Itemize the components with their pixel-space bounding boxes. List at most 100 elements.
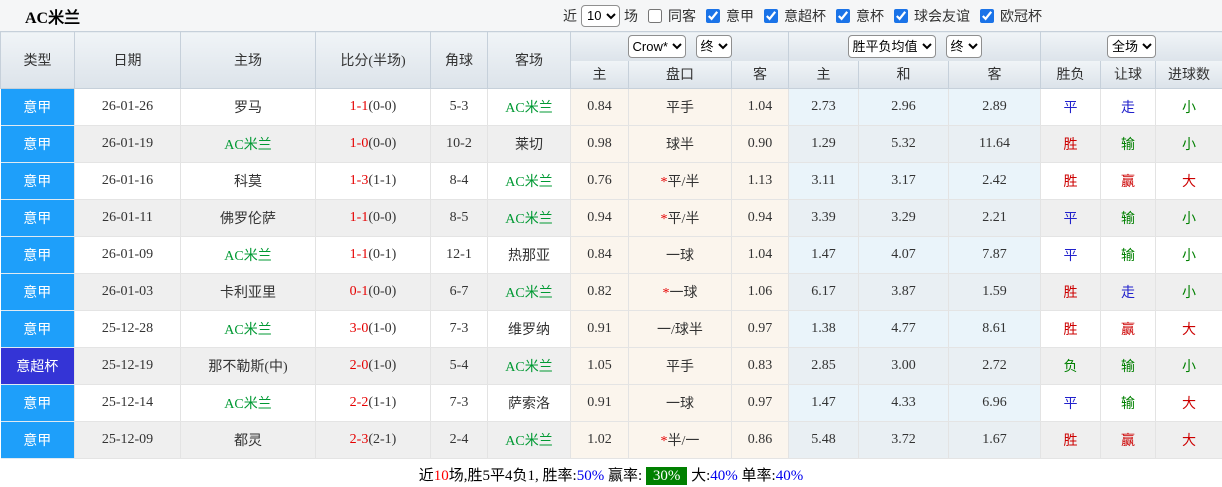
score-cell: 1-1(0-1)	[316, 237, 431, 274]
table-row: 意甲 25-12-28 AC米兰 3-0(1-0) 7-3 维罗纳 0.91 一…	[1, 311, 1222, 348]
league-badge: 意甲	[1, 274, 75, 311]
handicap-result-cell: 赢	[1101, 422, 1156, 459]
odds-home-cell: 0.94	[571, 200, 629, 237]
avg-select-group: 胜平负均值 终	[789, 32, 1041, 61]
odds-provider-select[interactable]: Crow*	[628, 35, 686, 58]
handicap-cell: *平/半	[629, 163, 732, 200]
corners-cell: 7-3	[431, 385, 488, 422]
same-venue-checkbox[interactable]	[648, 9, 662, 23]
filter-super-cup-checkbox[interactable]	[764, 9, 778, 23]
league-badge: 意甲	[1, 385, 75, 422]
league-badge: 意甲	[1, 422, 75, 459]
table-row: 意甲 26-01-19 AC米兰 1-0(0-0) 10-2 莱切 0.98 球…	[1, 126, 1222, 163]
fulltime-score: 0-1	[350, 284, 369, 299]
score-cell: 2-2(1-1)	[316, 385, 431, 422]
fulltime-score: 2-3	[350, 432, 369, 447]
subheader-avg-draw: 和	[859, 61, 949, 89]
halftime-score: (0-0)	[368, 136, 396, 151]
handicap-result-cell: 赢	[1101, 163, 1156, 200]
filter-friendly-checkbox[interactable]	[894, 9, 908, 23]
summary-win-label: 赢率:	[604, 468, 646, 484]
fulltime-score: 1-3	[350, 173, 369, 188]
handicap-cell: *一球	[629, 274, 732, 311]
filter-super-cup-label: 意超杯	[784, 6, 826, 26]
avg-draw-cell: 2.96	[859, 89, 949, 126]
fulltime-score: 2-2	[350, 395, 369, 410]
table-row: 意甲 26-01-11 佛罗伦萨 1-1(0-0) 8-5 AC米兰 0.94 …	[1, 200, 1222, 237]
home-team-cell: 佛罗伦萨	[181, 200, 316, 237]
handicap-result-cell: 走	[1101, 89, 1156, 126]
handicap-cell: 一/球半	[629, 311, 732, 348]
fulltime-score: 2-0	[350, 358, 369, 373]
fulltime-score: 1-1	[350, 247, 369, 262]
avg-stage-select[interactable]: 终	[946, 35, 982, 58]
away-team-cell: 萨索洛	[488, 385, 571, 422]
header-date: 日期	[75, 32, 181, 89]
home-team-cell: 都灵	[181, 422, 316, 459]
corners-cell: 5-4	[431, 348, 488, 385]
date-cell: 25-12-09	[75, 422, 181, 459]
avg-draw-cell: 5.32	[859, 126, 949, 163]
odds-stage-select[interactable]: 终	[696, 35, 732, 58]
top-toolbar: AC米兰 近 10 场 同客 意甲 意超杯 意杯 球会友谊 欧冠杯	[0, 0, 1222, 31]
corners-cell: 10-2	[431, 126, 488, 163]
league-badge: 意甲	[1, 311, 75, 348]
avg-away-cell: 2.42	[949, 163, 1041, 200]
corners-cell: 8-4	[431, 163, 488, 200]
date-cell: 26-01-09	[75, 237, 181, 274]
odds-away-cell: 0.94	[732, 200, 789, 237]
summary-big-win-rate-badge: 30%	[646, 467, 688, 485]
goals-result-cell: 小	[1156, 200, 1222, 237]
subheader-goals: 进球数	[1156, 61, 1222, 89]
filter-serie-a-checkbox[interactable]	[706, 9, 720, 23]
score-cell: 2-3(2-1)	[316, 422, 431, 459]
date-cell: 25-12-14	[75, 385, 181, 422]
filter-cup-label: 意杯	[856, 6, 884, 26]
summary-single-rate: 40%	[776, 468, 804, 484]
score-cell: 1-1(0-0)	[316, 89, 431, 126]
summary-prefix: 近	[419, 468, 434, 484]
fulltime-score: 1-1	[350, 210, 369, 225]
table-row: 意甲 25-12-09 都灵 2-3(2-1) 2-4 AC米兰 1.02 *半…	[1, 422, 1222, 459]
result-cell: 胜	[1041, 311, 1101, 348]
date-cell: 26-01-19	[75, 126, 181, 163]
scope-select[interactable]: 全场	[1107, 35, 1156, 58]
home-team-cell: 卡利亚里	[181, 274, 316, 311]
date-cell: 26-01-11	[75, 200, 181, 237]
handicap-cell: 球半	[629, 126, 732, 163]
same-venue-label: 同客	[668, 6, 696, 26]
table-row: 意甲 26-01-26 罗马 1-1(0-0) 5-3 AC米兰 0.84 平手…	[1, 89, 1222, 126]
header-home: 主场	[181, 32, 316, 89]
filter-champions-label: 欧冠杯	[1000, 6, 1042, 26]
match-rows: 意甲 26-01-26 罗马 1-1(0-0) 5-3 AC米兰 0.84 平手…	[1, 89, 1222, 459]
avg-draw-cell: 4.07	[859, 237, 949, 274]
avg-draw-cell: 3.29	[859, 200, 949, 237]
match-count-select[interactable]: 10	[581, 5, 620, 27]
result-cell: 胜	[1041, 163, 1101, 200]
filter-cup-checkbox[interactable]	[836, 9, 850, 23]
handicap-text: 平手	[666, 360, 694, 375]
header-away: 客场	[488, 32, 571, 89]
corners-cell: 2-4	[431, 422, 488, 459]
odds-home-cell: 1.02	[571, 422, 629, 459]
score-cell: 3-0(1-0)	[316, 311, 431, 348]
goals-result-cell: 大	[1156, 163, 1222, 200]
goals-result-cell: 大	[1156, 385, 1222, 422]
goals-result-cell: 小	[1156, 89, 1222, 126]
date-cell: 26-01-26	[75, 89, 181, 126]
avg-draw-cell: 4.77	[859, 311, 949, 348]
league-badge: 意甲	[1, 200, 75, 237]
filter-champions-checkbox[interactable]	[980, 9, 994, 23]
odds-home-cell: 1.05	[571, 348, 629, 385]
filter-friendly-label: 球会友谊	[914, 6, 970, 26]
handicap-result-cell: 走	[1101, 274, 1156, 311]
handicap-text: 平手	[666, 101, 694, 116]
halftime-score: (1-0)	[368, 321, 396, 336]
header-corners: 角球	[431, 32, 488, 89]
away-team-cell: AC米兰	[488, 274, 571, 311]
header-score: 比分(半场)	[316, 32, 431, 89]
date-cell: 26-01-03	[75, 274, 181, 311]
avg-type-select[interactable]: 胜平负均值	[848, 35, 936, 58]
avg-draw-cell: 3.17	[859, 163, 949, 200]
score-cell: 0-1(0-0)	[316, 274, 431, 311]
